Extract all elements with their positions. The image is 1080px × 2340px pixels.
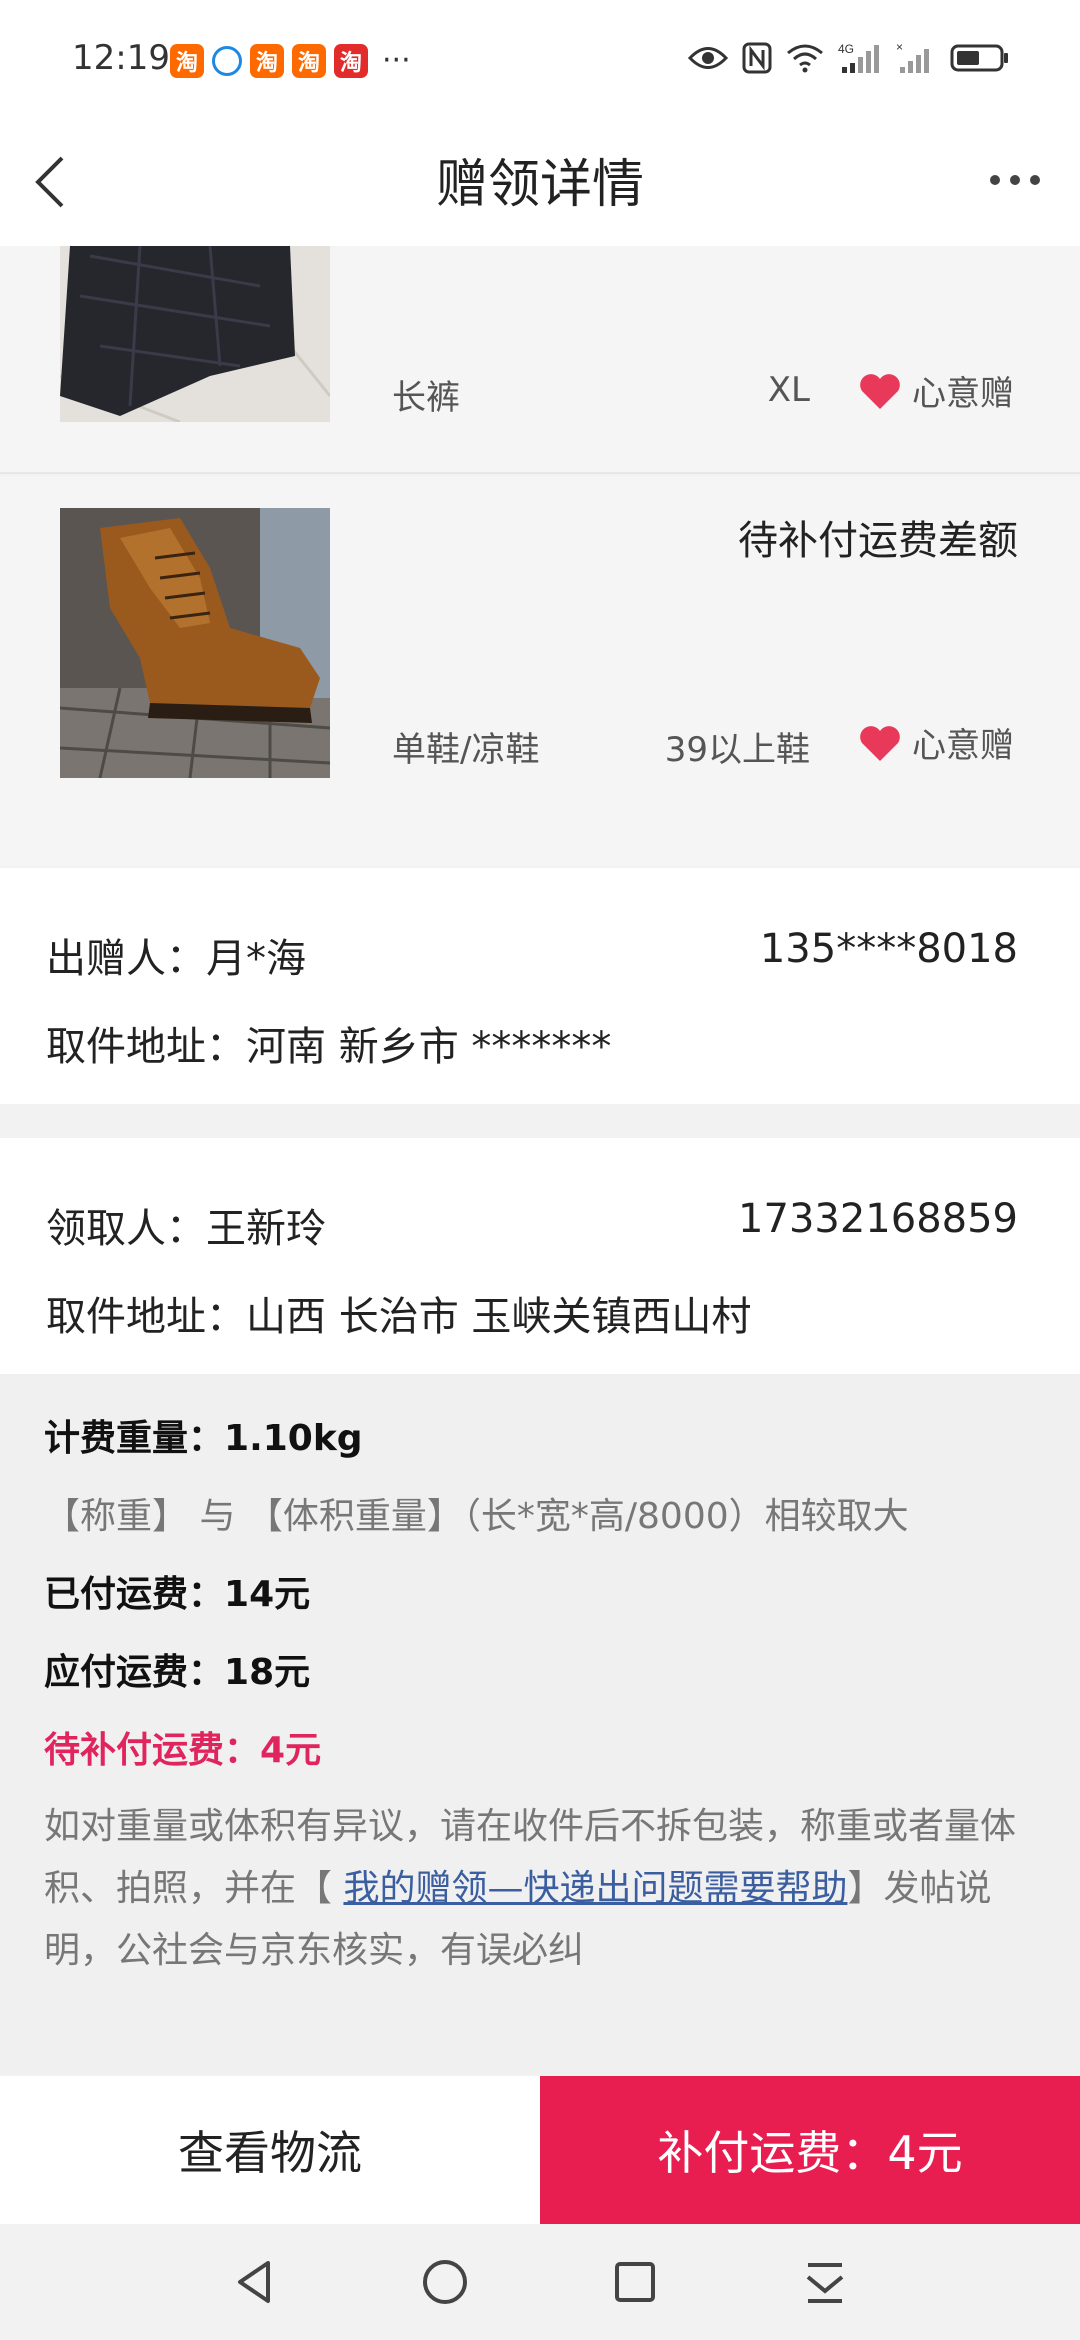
nav-recents-button[interactable] (605, 2252, 665, 2312)
receiver-address-label: 取件地址： (46, 1294, 246, 1340)
item-category: 长裤 (392, 378, 460, 418)
giver-name: 月*海 (206, 936, 306, 982)
system-nav-bar (0, 2224, 1080, 2340)
signal-icon: × (896, 40, 936, 76)
eye-icon (688, 40, 728, 76)
browser-app-icon (212, 46, 242, 76)
item-photo (60, 508, 330, 778)
item-size: 39以上鞋 (664, 730, 810, 770)
due-fee-value: 18元 (224, 1652, 311, 1693)
receiver-phone: 17332168859 (738, 1196, 1018, 1242)
status-bar: 12:19 淘 淘 淘 淘 ··· 4G × (0, 0, 1080, 120)
signal-4g-icon: 4G (838, 40, 882, 76)
circle-home-icon (423, 2260, 467, 2304)
more-dot-icon (1010, 175, 1020, 185)
pending-fee-value: 4元 (260, 1730, 322, 1771)
more-notifications-icon: ··· (382, 43, 411, 78)
svg-text:4G: 4G (838, 42, 854, 56)
receiver-name: 王新玲 (206, 1206, 326, 1252)
taobao-app-icon: 淘 (292, 44, 326, 78)
billing-weight-label: 计费重量： (44, 1418, 225, 1459)
nav-home-button[interactable] (415, 2252, 475, 2312)
giver-label: 出赠人： (46, 936, 206, 982)
giver-card: 出赠人：月*海 135****8018 取件地址： 河南 新乡市 ******* (0, 868, 1080, 1104)
taobao-app-icon: 淘 (334, 44, 368, 78)
giver-phone: 135****8018 (759, 926, 1018, 972)
gift-type-label: 心意赠 (912, 374, 1014, 414)
view-logistics-button[interactable]: 查看物流 (0, 2076, 540, 2224)
due-fee: 应付运费：18元 (44, 1634, 1080, 1712)
dispute-note: 如对重量或体积有异议，请在收件后不拆包装，称重或者量体积、拍照，并在【 我的赠领… (44, 1796, 1034, 1982)
due-fee-label: 应付运费： (44, 1652, 225, 1693)
giver-name-group: 出赠人：月*海 (46, 926, 306, 984)
system-icons: 4G × (688, 40, 1010, 76)
taobao-app-icon: 淘 (250, 44, 284, 78)
nav-header: 赠领详情 (0, 120, 1080, 246)
svg-text:×: × (896, 41, 903, 54)
nav-notification-button[interactable] (795, 2252, 855, 2312)
status-time: 12:19 (72, 38, 170, 78)
help-topic-link[interactable]: 我的赠领—快递出问题需要帮助 (343, 1868, 847, 1909)
taobao-app-icon: 淘 (170, 44, 204, 78)
giver-address: 河南 新乡市 ******* (246, 1024, 612, 1070)
pull-down-icon (806, 2263, 844, 2303)
more-dot-icon (990, 175, 1000, 185)
gift-item[interactable]: 长裤 XL 心意赠 (0, 246, 1080, 474)
square-recents-icon (615, 2262, 655, 2302)
gift-type-tag: 心意赠 (858, 366, 1014, 415)
receiver-name-group: 领取人：王新玲 (46, 1196, 326, 1254)
item-size: XL (767, 370, 810, 410)
bottom-action-bar: 查看物流 补付运费：4元 (0, 2076, 1080, 2224)
paid-fee: 已付运费：14元 (44, 1556, 1080, 1634)
pay-shipping-button[interactable]: 补付运费：4元 (540, 2076, 1080, 2224)
nav-back-button[interactable] (225, 2252, 285, 2312)
shipping-fee-section: 计费重量：1.10kg 【称重】 与 【体积重量】（长*宽*高/8000）相较取… (0, 1374, 1080, 2074)
nfc-icon (742, 40, 772, 76)
receiver-address-row: 取件地址： 山西 长治市 玉峡关镇西山村 (46, 1284, 1018, 1342)
wifi-icon (786, 40, 824, 76)
billing-weight: 计费重量：1.10kg (44, 1400, 1080, 1478)
receiver-address: 山西 长治市 玉峡关镇西山村 (246, 1294, 752, 1340)
triangle-back-icon (238, 2261, 270, 2303)
notification-icons: 淘 淘 淘 淘 ··· (170, 44, 411, 78)
item-status: 待补付运费差额 (738, 518, 1018, 564)
more-dot-icon (1030, 175, 1040, 185)
paid-fee-label: 已付运费： (44, 1574, 225, 1615)
receiver-row: 领取人：王新玲 17332168859 (46, 1196, 1018, 1254)
heart-icon (860, 373, 900, 409)
heart-icon (860, 725, 900, 761)
more-menu-button[interactable] (980, 160, 1050, 200)
weight-rule: 【称重】 与 【体积重量】（长*宽*高/8000）相较取大 (44, 1496, 909, 1537)
gift-item[interactable]: 待补付运费差额 单鞋/凉鞋 39以上鞋 心意赠 (0, 476, 1080, 866)
receiver-label: 领取人： (46, 1206, 206, 1252)
item-category: 单鞋/凉鞋 (392, 730, 540, 770)
paid-fee-value: 14元 (224, 1574, 311, 1615)
gift-type-label: 心意赠 (912, 726, 1014, 766)
battery-icon (950, 40, 1010, 76)
giver-address-label: 取件地址： (46, 1024, 246, 1070)
pending-fee: 待补付运费：4元 (44, 1712, 1080, 1790)
billing-weight-value: 1.10kg (224, 1418, 363, 1459)
giver-row: 出赠人：月*海 135****8018 (46, 926, 1018, 984)
pending-fee-label: 待补付运费： (44, 1730, 261, 1771)
giver-address-row: 取件地址： 河南 新乡市 ******* (46, 1014, 1018, 1072)
receiver-card: 领取人：王新玲 17332168859 取件地址： 山西 长治市 玉峡关镇西山村 (0, 1138, 1080, 1374)
gift-type-tag: 心意赠 (858, 718, 1014, 767)
page-title: 赠领详情 (435, 155, 644, 215)
item-photo (60, 246, 330, 422)
